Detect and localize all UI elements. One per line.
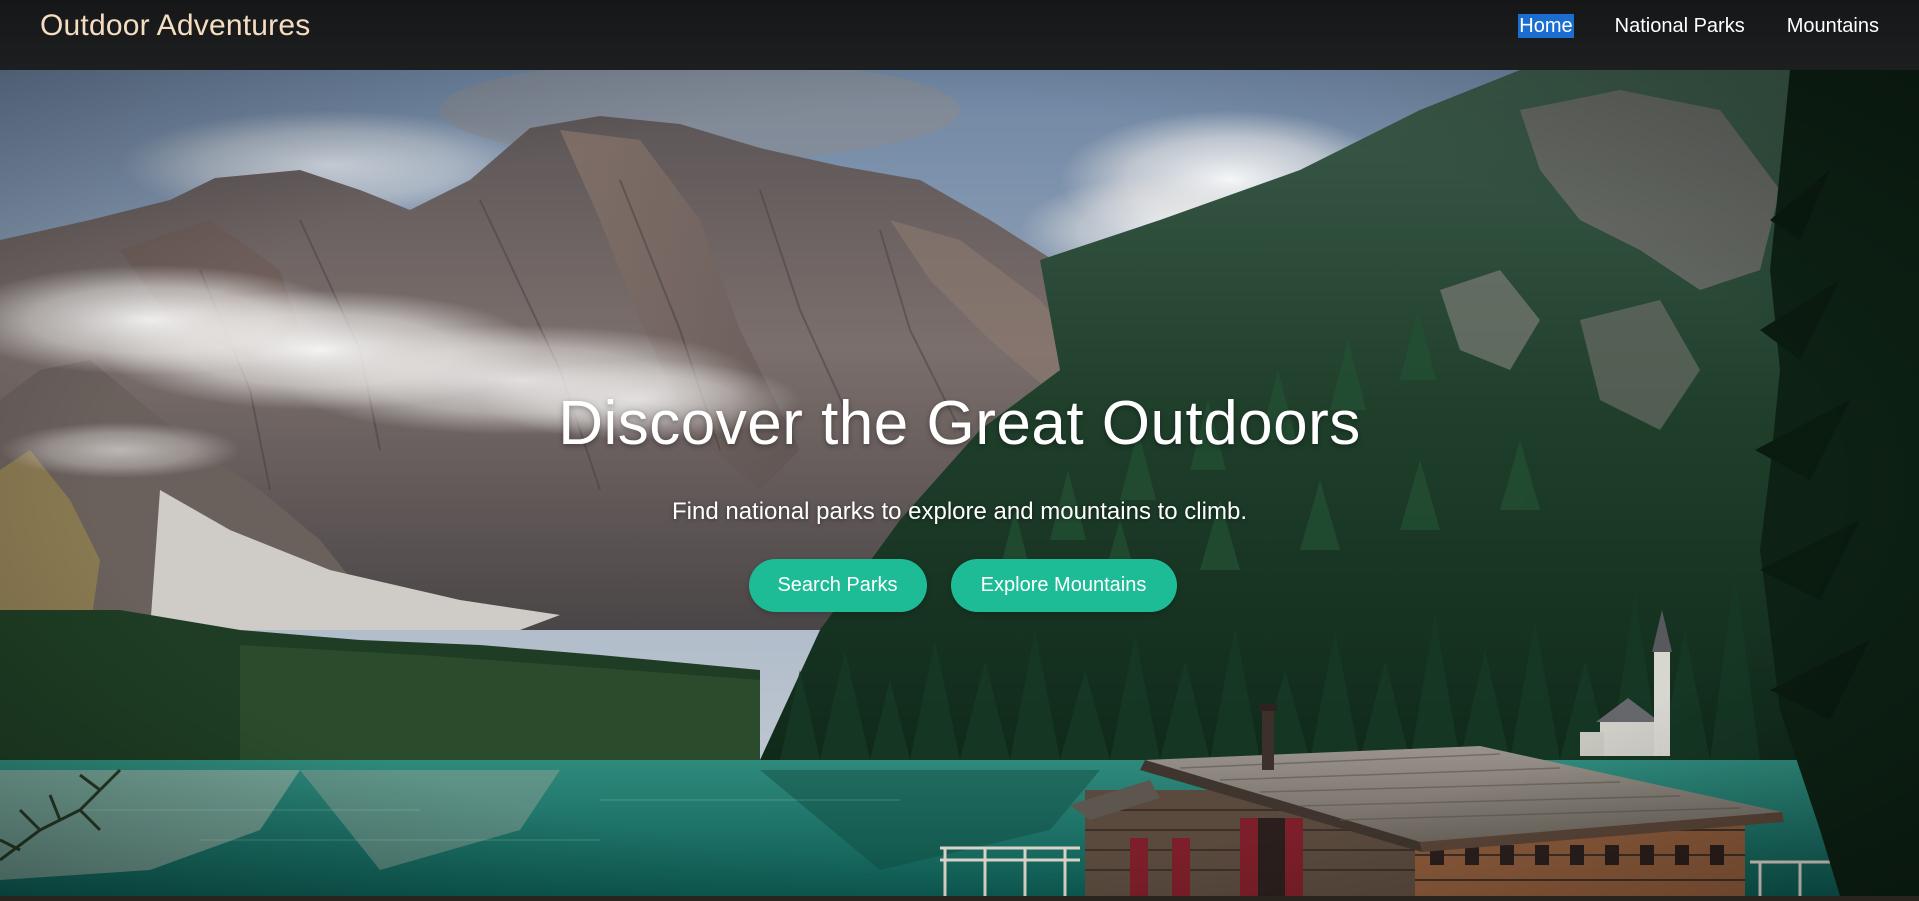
search-parks-button[interactable]: Search Parks (748, 559, 927, 612)
page: Outdoor Adventures Home National Parks M… (0, 0, 1919, 901)
hero-actions: Search Parks Explore Mountains (0, 559, 1919, 612)
hero-subtitle: Find national parks to explore and mount… (672, 498, 1247, 525)
nav-link-national-parks[interactable]: National Parks (1614, 14, 1746, 38)
nav-link-home[interactable]: Home (1518, 14, 1574, 38)
main-nav: Home National Parks Mountains (1518, 14, 1880, 38)
nav-link-mountains[interactable]: Mountains (1786, 14, 1880, 38)
site-logo-title[interactable]: Outdoor Adventures (40, 9, 310, 43)
hero-section: Discover the Great Outdoors Find nationa… (0, 70, 1919, 896)
hero-title: Discover the Great Outdoors (558, 389, 1361, 458)
explore-mountains-button[interactable]: Explore Mountains (950, 559, 1177, 612)
page-bottom-edge (0, 896, 1919, 901)
hero-content: Discover the Great Outdoors Find nationa… (0, 70, 1919, 896)
site-header: Outdoor Adventures Home National Parks M… (0, 0, 1919, 70)
